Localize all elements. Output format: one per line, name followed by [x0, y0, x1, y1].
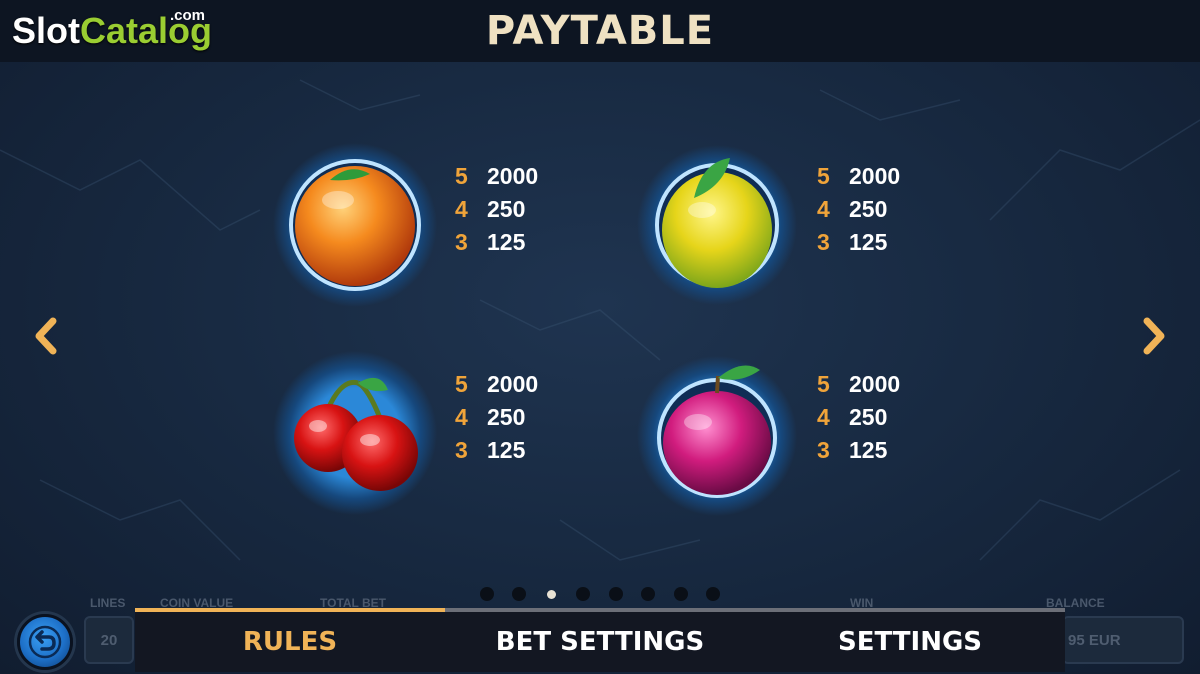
pay-count: 3	[817, 437, 830, 463]
pay-row: 3 125	[455, 434, 538, 467]
balance-value: 95 EUR	[1068, 631, 1121, 649]
chevron-left-icon	[35, 317, 57, 355]
page-dot-active[interactable]	[546, 589, 556, 599]
orange-symbol-icon	[273, 143, 437, 307]
watermark-slot: Slot	[12, 10, 80, 51]
paytable-entry-lemon: 5 2000 4 250 3 125	[632, 140, 932, 310]
pay-row: 4 250	[817, 193, 900, 226]
pay-value: 250	[487, 404, 526, 430]
pay-row: 3 125	[455, 226, 538, 259]
chevron-right-icon	[1143, 317, 1165, 355]
pay-rows: 5 2000 4 250 3 125	[455, 160, 538, 259]
pay-count: 5	[455, 163, 468, 189]
page-indicator	[480, 584, 720, 604]
pay-count: 3	[817, 229, 830, 255]
pay-count: 3	[455, 229, 468, 255]
pay-row: 3 125	[817, 434, 900, 467]
back-button[interactable]	[17, 614, 73, 670]
pay-value: 250	[849, 196, 888, 222]
pay-row: 4 250	[817, 401, 900, 434]
pay-value: 250	[849, 404, 888, 430]
pay-value: 2000	[487, 371, 539, 397]
pay-count: 5	[817, 371, 830, 397]
pay-value: 125	[849, 437, 888, 463]
pay-count: 4	[817, 404, 830, 430]
pay-row: 5 2000	[455, 368, 538, 401]
game-stage: PAYTABLE SlotCatalog .com 5 2000 4 250 3…	[0, 0, 1200, 674]
pay-value: 2000	[849, 371, 901, 397]
pay-value: 125	[487, 229, 526, 255]
balance-value-box: 95 EUR	[1062, 616, 1184, 664]
back-arrow-icon	[28, 625, 62, 659]
ice-background-texture	[0, 79, 1200, 561]
tab-bet-settings[interactable]: BET SETTINGS	[445, 612, 755, 672]
page-dot[interactable]	[480, 587, 494, 601]
pay-rows: 5 2000 4 250 3 125	[455, 368, 538, 467]
page-dot[interactable]	[705, 587, 720, 601]
pay-value: 125	[849, 229, 888, 255]
paytable-entry-plum: 5 2000 4 250 3 125	[632, 348, 932, 518]
pay-value: 250	[487, 196, 526, 222]
pay-row: 5 2000	[455, 160, 538, 193]
lines-value: 20	[100, 631, 118, 649]
pay-count: 3	[455, 437, 468, 463]
pay-count: 4	[455, 196, 468, 222]
lemon-symbol-icon	[637, 145, 797, 305]
paytable-entry-orange: 5 2000 4 250 3 125	[270, 140, 570, 310]
pay-count: 4	[817, 196, 830, 222]
lines-value-box: 20	[84, 616, 134, 664]
pay-row: 4 250	[455, 193, 538, 226]
watermark-com: .com	[170, 7, 206, 24]
pay-rows: 5 2000 4 250 3 125	[817, 160, 900, 259]
pay-row: 5 2000	[817, 160, 900, 193]
pay-count: 5	[455, 371, 468, 397]
pay-count: 5	[817, 163, 830, 189]
pay-value: 2000	[487, 163, 539, 189]
page-dot[interactable]	[576, 587, 591, 601]
watermark-logo: SlotCatalog .com	[12, 7, 212, 52]
page-dot[interactable]	[512, 587, 527, 601]
pay-value: 125	[487, 437, 526, 463]
next-page-button[interactable]	[1132, 312, 1176, 360]
bottom-tab-bar: RULES BET SETTINGS SETTINGS	[135, 608, 1065, 672]
plum-symbol-icon	[637, 356, 797, 516]
page-dot[interactable]	[673, 587, 688, 601]
paytable-entry-cherries: 5 2000 4 250 3 125	[270, 348, 570, 518]
page-title: PAYTABLE	[485, 8, 715, 54]
pay-row: 3 125	[817, 226, 900, 259]
page-dot[interactable]	[641, 587, 656, 601]
tab-settings[interactable]: SETTINGS	[755, 612, 1065, 672]
page-dot[interactable]	[608, 587, 623, 601]
tab-rules[interactable]: RULES	[135, 612, 445, 672]
lines-label: LINES	[90, 596, 126, 610]
pay-row: 4 250	[455, 401, 538, 434]
prev-page-button[interactable]	[24, 312, 68, 360]
cherries-symbol-icon	[273, 351, 437, 515]
pay-value: 2000	[849, 163, 901, 189]
pay-count: 4	[455, 404, 468, 430]
pay-rows: 5 2000 4 250 3 125	[817, 368, 900, 467]
pay-row: 5 2000	[817, 368, 900, 401]
